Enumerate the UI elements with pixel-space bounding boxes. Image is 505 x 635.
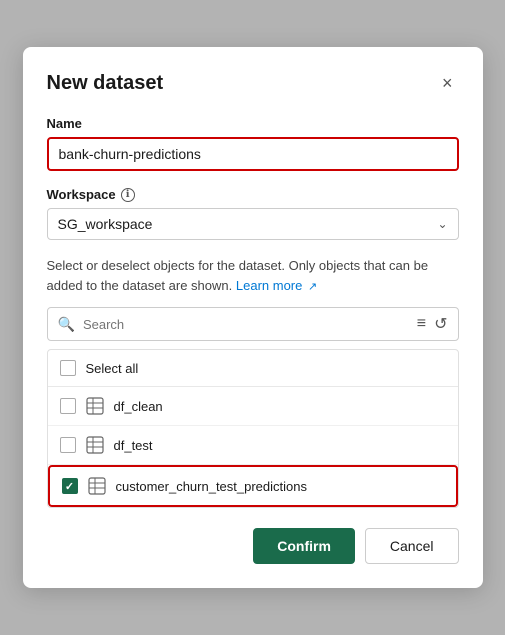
description-text: Select or deselect objects for the datas… [47,256,459,295]
learn-more-link[interactable]: Learn more ↗ [236,278,317,293]
modal-title: New dataset [47,72,164,95]
modal-header: New dataset × [47,71,459,96]
modal-footer: Confirm Cancel [47,528,459,564]
list-item[interactable]: df_clean [48,387,458,426]
table-icon [86,397,104,415]
search-row: 🔍 ≡ ↺ [47,307,459,341]
select-all-label: Select all [86,361,139,376]
customer-churn-checkbox[interactable] [62,478,78,494]
select-all-item[interactable]: Select all [48,350,458,387]
df-test-checkbox[interactable] [60,437,76,453]
workspace-label: Workspace [47,187,116,202]
search-input[interactable] [83,317,409,332]
workspace-row: Workspace ℹ [47,187,459,202]
list-item[interactable]: df_test [48,426,458,465]
info-icon[interactable]: ℹ [121,188,135,202]
df-clean-checkbox[interactable] [60,398,76,414]
items-list: Select all df_clean [47,349,459,508]
new-dataset-modal: New dataset × Name Workspace ℹ SG_worksp… [23,47,483,588]
item-name: df_clean [114,399,163,414]
name-input[interactable] [47,137,459,171]
workspace-selected-value: SG_workspace [58,216,153,232]
list-item-checked[interactable]: customer_churn_test_predictions [48,465,458,507]
search-icon: 🔍 [58,316,75,333]
workspace-dropdown[interactable]: SG_workspace ⌄ [47,208,459,240]
modal-overlay: New dataset × Name Workspace ℹ SG_worksp… [0,0,505,635]
close-button[interactable]: × [436,71,459,96]
filter-icon[interactable]: ≡ [417,315,426,333]
refresh-icon[interactable]: ↺ [434,314,447,334]
item-name: customer_churn_test_predictions [116,479,308,494]
item-name: df_test [114,438,153,453]
name-label: Name [47,116,459,131]
table-icon [88,477,106,495]
confirm-button[interactable]: Confirm [253,528,355,564]
external-link-icon: ↗ [308,279,317,296]
select-all-checkbox[interactable] [60,360,76,376]
cancel-button[interactable]: Cancel [365,528,459,564]
table-icon [86,436,104,454]
chevron-down-icon: ⌄ [437,217,447,231]
